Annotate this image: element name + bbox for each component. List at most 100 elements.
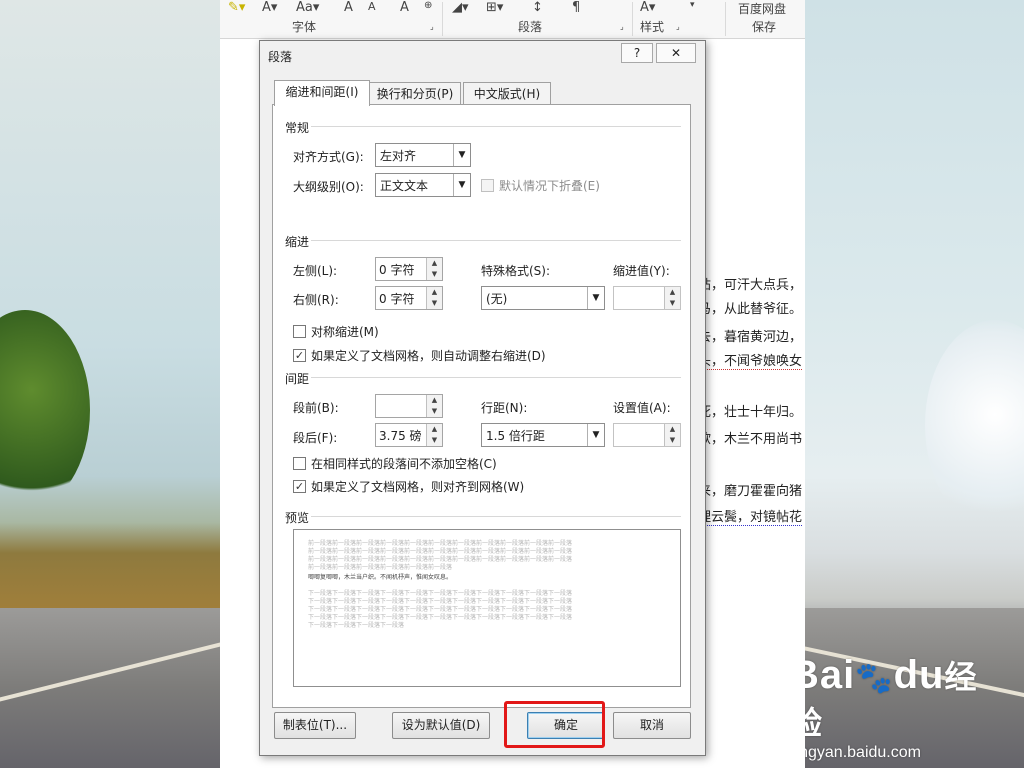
editing-arrow-icon[interactable]: ▾: [690, 0, 695, 10]
styles-dialog-launcher-icon[interactable]: ⌟: [676, 22, 680, 31]
section-indent-heading: 缩进: [285, 235, 310, 249]
doc-line: 帖，可汗大点兵，: [698, 278, 803, 293]
alignment-select[interactable]: 左对齐 ▼: [375, 143, 471, 167]
indent-by-spinner[interactable]: ▲ ▼: [613, 286, 681, 310]
section-divider: [311, 516, 681, 517]
mirror-indents-label: 对称缩进(M): [311, 325, 379, 339]
font-dialog-launcher-icon[interactable]: ⌟: [430, 22, 434, 31]
borders-icon[interactable]: ⊞▾: [486, 0, 503, 15]
change-case-icon[interactable]: Aa▾: [296, 0, 319, 15]
tab-line-page-breaks[interactable]: 换行和分页(P): [369, 82, 461, 105]
ribbon-separator: [632, 2, 633, 36]
doc-line: 头，不闻爷娘唤女: [698, 350, 803, 370]
ribbon-separator: [442, 2, 443, 36]
road-left: [0, 608, 220, 768]
shrink-font-icon[interactable]: A: [368, 0, 376, 13]
left-indent-spinner[interactable]: 0 字符 ▲ ▼: [375, 257, 443, 281]
section-spacing-heading: 间距: [285, 372, 310, 386]
line-spacing-label: 行距(N):: [481, 401, 528, 415]
space-after-label: 段后(F):: [293, 431, 338, 445]
alignment-value: 左对齐: [380, 149, 417, 163]
ribbon-group-save: 保存: [752, 20, 777, 34]
chevron-down-icon: ▼: [453, 174, 470, 196]
right-indent-spinner[interactable]: 0 字符 ▲ ▼: [375, 286, 443, 310]
space-before-spinner[interactable]: ▲ ▼: [375, 394, 443, 418]
help-button[interactable]: ?: [621, 43, 653, 63]
paw-icon: 🐾: [855, 662, 894, 695]
special-indent-value: (无): [486, 292, 508, 306]
tab-indents-spacing[interactable]: 缩进和间距(I): [274, 80, 370, 106]
collapse-checkbox[interactable]: [481, 179, 494, 192]
shading-icon[interactable]: ◢▾: [452, 0, 469, 15]
spacing-at-spinner[interactable]: ▲ ▼: [613, 423, 681, 447]
snap-to-grid-checkbox[interactable]: ✓: [293, 480, 306, 493]
watermark-url: jingyan.baidu.com: [792, 744, 921, 761]
outline-level-select[interactable]: 正文文本 ▼: [375, 173, 471, 197]
tree-left: [0, 310, 90, 510]
paragraph-dialog: 段落 ? ✕ 缩进和间距(I) 换行和分页(P) 中文版式(H) 常规 对齐方式…: [259, 40, 706, 756]
preview-prev-line: 前一段落前一段落前一段落前一段落前一段落前一段落前一段落前一段落前一段落前一段落…: [308, 540, 573, 547]
doc-line: 死，壮士十年归。: [698, 405, 803, 420]
watermark-logo-du: du: [893, 653, 945, 697]
styles-icon[interactable]: A▾: [640, 0, 655, 15]
section-divider: [311, 240, 681, 241]
preview-next-line: 下一段落下一段落下一段落下一段落: [308, 622, 405, 629]
special-indent-select[interactable]: (无) ▼: [481, 286, 605, 310]
left-indent-label: 左侧(L):: [293, 264, 338, 278]
spin-down-icon[interactable]: ▼: [665, 435, 680, 446]
indent-by-label: 缩进值(Y):: [613, 264, 670, 278]
spacing-at-label: 设置值(A):: [613, 401, 671, 415]
highlight-color-icon[interactable]: ✎▾: [228, 0, 245, 15]
cancel-button[interactable]: 取消: [613, 712, 691, 739]
auto-right-indent-label: 如果定义了文档网格，则自动调整右缩进(D): [311, 349, 546, 363]
no-space-same-style-checkbox[interactable]: [293, 457, 306, 470]
ribbon-separator: [725, 2, 726, 36]
font-color-icon[interactable]: A▾: [262, 0, 277, 15]
preview-prev-line: 前一段落前一段落前一段落前一段落前一段落前一段落: [308, 564, 453, 571]
spin-down-icon[interactable]: ▼: [427, 269, 442, 280]
tab-panel: 常规 对齐方式(G): 左对齐 ▼ 大纲级别(O): 正文文本 ▼ 默认情况下折…: [272, 104, 691, 708]
mirror-indents-checkbox[interactable]: [293, 325, 306, 338]
preview-current-line: 唧唧复唧唧，木兰当户织。不闻机杼声，惟闻女叹息。: [308, 574, 453, 581]
preview-next-line: 下一段落下一段落下一段落下一段落下一段落下一段落下一段落下一段落下一段落下一段落…: [308, 590, 573, 597]
tab-asian-typography[interactable]: 中文版式(H): [463, 82, 551, 105]
line-spacing-select[interactable]: 1.5 倍行距 ▼: [481, 423, 605, 447]
space-before-label: 段前(B):: [293, 401, 339, 415]
ribbon-group-font: 字体: [292, 20, 317, 34]
preview-next-line: 下一段落下一段落下一段落下一段落下一段落下一段落下一段落下一段落下一段落下一段落…: [308, 614, 573, 621]
chevron-down-icon: ▼: [587, 424, 604, 446]
auto-right-indent-checkbox[interactable]: ✓: [293, 349, 306, 362]
outline-level-label: 大纲级别(O):: [293, 180, 364, 194]
doc-line: 去，暮宿黄河边，: [698, 330, 803, 345]
collapse-label: 默认情况下折叠(E): [499, 179, 600, 193]
show-marks-icon[interactable]: ¶: [572, 0, 580, 15]
no-space-same-style-label: 在相同样式的段落间不添加空格(C): [311, 457, 497, 471]
doc-line: 欲，木兰不用尚书: [698, 432, 803, 447]
left-indent-value: 0 字符: [379, 263, 415, 277]
preview-prev-line: 前一段落前一段落前一段落前一段落前一段落前一段落前一段落前一段落前一段落前一段落…: [308, 548, 573, 555]
right-indent-value: 0 字符: [379, 292, 415, 306]
spin-down-icon[interactable]: ▼: [427, 406, 442, 417]
spin-down-icon[interactable]: ▼: [665, 298, 680, 309]
close-button[interactable]: ✕: [656, 43, 696, 63]
spin-down-icon[interactable]: ▼: [427, 435, 442, 446]
baidu-netdisk-save[interactable]: 百度网盘: [738, 0, 786, 17]
section-divider: [311, 126, 681, 127]
space-after-spinner[interactable]: 3.75 磅 ▲ ▼: [375, 423, 443, 447]
grow-font-icon[interactable]: A: [344, 0, 353, 15]
doc-line: 马，从此替爷征。: [698, 302, 803, 317]
paragraph-dialog-launcher-icon[interactable]: ⌟: [620, 22, 624, 31]
section-divider: [311, 377, 681, 378]
preview-next-line: 下一段落下一段落下一段落下一段落下一段落下一段落下一段落下一段落下一段落下一段落…: [308, 606, 573, 613]
spin-down-icon[interactable]: ▼: [427, 298, 442, 309]
preview-next-line: 下一段落下一段落下一段落下一段落下一段落下一段落下一段落下一段落下一段落下一段落…: [308, 598, 573, 605]
phonetic-icon[interactable]: ⊕: [424, 0, 432, 11]
tree-right: [925, 320, 1024, 530]
preview-prev-line: 前一段落前一段落前一段落前一段落前一段落前一段落前一段落前一段落前一段落前一段落…: [308, 556, 573, 563]
doc-line: 理云鬓，对镜帖花: [698, 506, 803, 526]
sort-icon[interactable]: ↕: [532, 0, 543, 15]
char-border-icon[interactable]: A: [400, 0, 409, 15]
tabs-button[interactable]: 制表位(T)...: [274, 712, 356, 739]
ribbon-group-paragraph: 段落: [518, 20, 543, 34]
set-default-button[interactable]: 设为默认值(D): [392, 712, 490, 739]
